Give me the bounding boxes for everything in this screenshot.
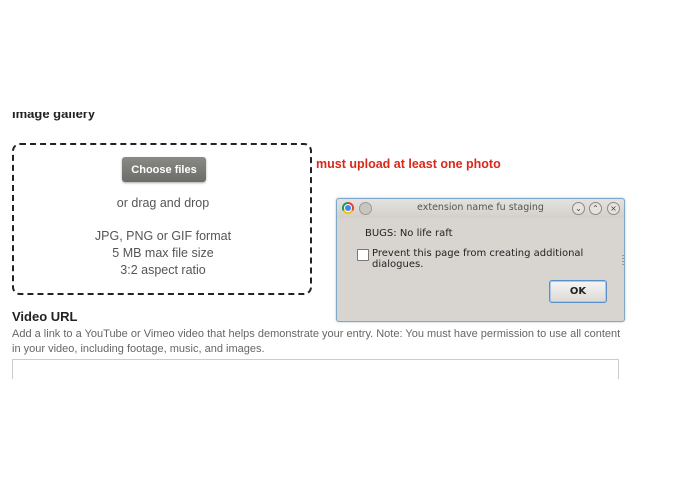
dialog-message: BUGS: No life raft <box>365 228 453 239</box>
image-gallery-heading-text: Image gallery <box>12 112 96 121</box>
format-text: JPG, PNG or GIF format <box>94 229 232 243</box>
drag-drop-text: or drag and drop <box>116 196 210 210</box>
maximize-chevron-up-icon[interactable]: ⌃ <box>589 202 602 215</box>
resize-grip[interactable] <box>622 255 624 265</box>
video-url-input[interactable] <box>12 359 619 379</box>
prevent-dialogs-checkbox[interactable] <box>357 249 369 261</box>
video-url-label: Video URL <box>12 309 78 324</box>
ok-button[interactable]: OK <box>549 280 607 303</box>
upload-error-message: must upload at least one photo <box>316 157 501 171</box>
prevent-dialogs-label[interactable]: Prevent this page from creating addition… <box>372 248 624 270</box>
size-limit-text: 5 MB max file size <box>112 246 214 260</box>
image-gallery-heading: Image gallery <box>12 112 212 126</box>
close-icon[interactable]: × <box>607 202 620 215</box>
alert-dialog: extension name fu staging ⌄ ⌃ × BUGS: No… <box>336 198 625 322</box>
dialog-titlebar[interactable]: extension name fu staging ⌄ ⌃ × <box>337 199 624 218</box>
minimize-chevron-down-icon[interactable]: ⌄ <box>572 202 585 215</box>
video-url-help-text: Add a link to a YouTube or Vimeo video t… <box>12 328 621 355</box>
choose-files-button[interactable]: Choose files <box>122 157 206 182</box>
aspect-ratio-text: 3:2 aspect ratio <box>120 263 206 277</box>
